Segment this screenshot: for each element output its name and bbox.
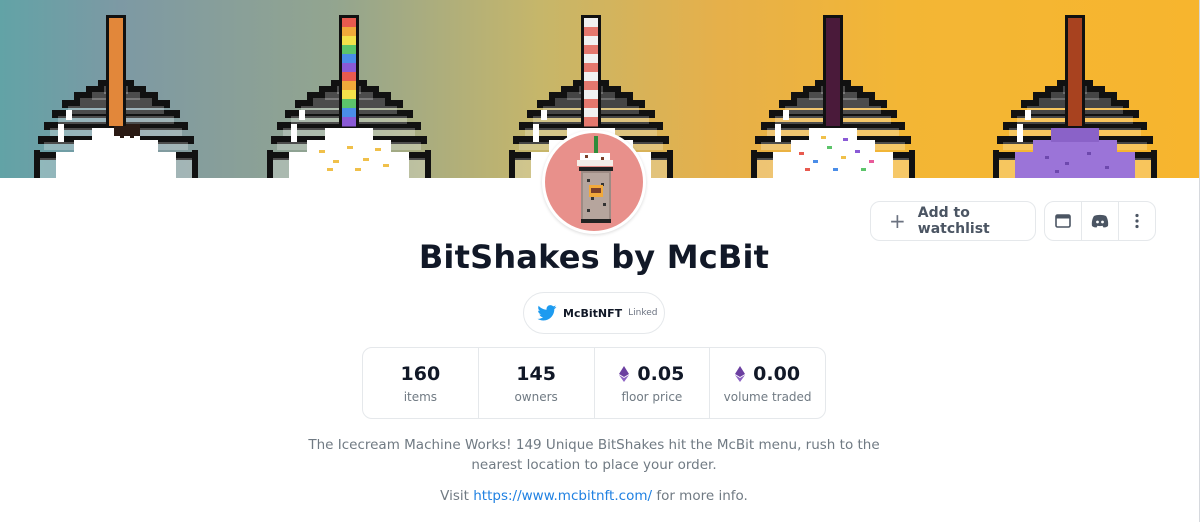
stat-items[interactable]: 160 items <box>363 348 478 418</box>
plus-icon: + <box>889 209 906 233</box>
stat-value: 160 <box>400 362 441 385</box>
stat-value: 0.05 <box>637 362 685 385</box>
twitter-handle: McBitNFT <box>563 306 623 320</box>
stat-floor-price[interactable]: 0.05 floor price <box>593 348 710 418</box>
discord-button[interactable] <box>1081 202 1118 240</box>
stat-value: 145 <box>516 362 556 385</box>
collection-description: The Icecream Machine Works! 149 Unique B… <box>308 437 880 473</box>
social-actions-group <box>1044 201 1156 241</box>
twitter-linked-status: Linked <box>628 308 658 318</box>
stat-owners[interactable]: 145 owners <box>477 348 594 418</box>
discord-icon <box>1091 214 1109 228</box>
milkshake-avatar-icon <box>577 136 613 223</box>
visit-suffix: for more info. <box>656 488 748 504</box>
collection-avatar <box>542 130 646 234</box>
collection-stats: 160 items 145 owners 0.05 floor price 0.… <box>362 347 826 419</box>
more-options-button[interactable] <box>1118 202 1155 240</box>
stat-label: volume traded <box>723 389 812 404</box>
twitter-link[interactable]: McBitNFT Linked <box>523 292 665 334</box>
stat-value: 0.00 <box>753 362 801 385</box>
stat-volume-traded[interactable]: 0.00 volume traded <box>709 348 825 418</box>
website-link[interactable]: https://www.mcbitnft.com/ <box>473 488 652 504</box>
website-icon <box>1055 214 1071 228</box>
website-button[interactable] <box>1045 202 1081 240</box>
ethereum-icon <box>619 365 630 382</box>
visit-website-line: Visit https://www.mcbitnft.com/ for more… <box>290 486 898 506</box>
ethereum-icon <box>735 365 746 382</box>
twitter-icon <box>537 305 557 321</box>
stat-label: items <box>403 389 438 404</box>
watchlist-label: Add to watchlist <box>917 205 990 237</box>
collection-title: BitShakes by McBit <box>418 238 770 276</box>
add-to-watchlist-button[interactable]: + Add to watchlist <box>870 201 1036 241</box>
stat-label: floor price <box>621 389 683 404</box>
stat-label: owners <box>514 389 558 404</box>
more-vertical-icon <box>1135 213 1139 229</box>
visit-prefix: Visit <box>440 488 469 504</box>
